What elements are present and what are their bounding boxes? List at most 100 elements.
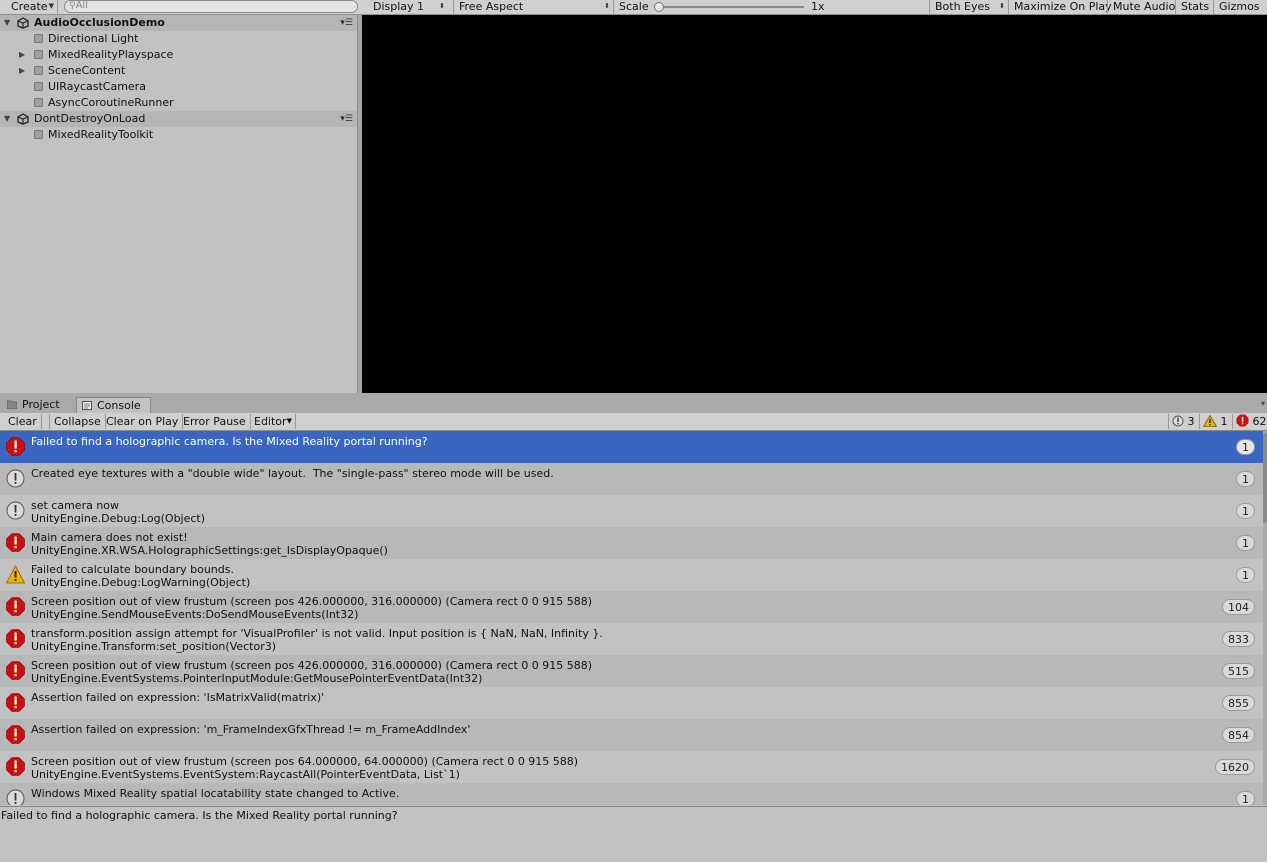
tab-menu-icon[interactable]: ▾ <box>1261 399 1265 408</box>
create-dropdown[interactable]: Create ▼ <box>0 0 58 14</box>
display-dropdown[interactable]: Display 1 ⬍ <box>362 0 448 14</box>
scene-row-dontdestroyonload[interactable]: ▼ DontDestroyOnLoad ▾☰ <box>0 111 357 127</box>
hierarchy-item-label: Directional Light <box>48 32 139 45</box>
hierarchy-item-asynccoroutinerunner[interactable]: AsyncCoroutineRunner <box>0 95 357 111</box>
gameobject-icon <box>34 50 43 59</box>
error-icon <box>6 725 25 744</box>
log-entry[interactable]: Screen position out of view frustum (scr… <box>0 655 1263 687</box>
collapse-toggle[interactable]: Collapse <box>49 414 106 429</box>
gameobject-icon <box>34 82 43 91</box>
hierarchy-item-label: MixedRealityPlayspace <box>48 48 174 61</box>
mute-audio-toggle[interactable]: Mute Audio <box>1107 0 1175 14</box>
gizmos-toggle[interactable]: Gizmos <box>1213 0 1267 14</box>
stats-toggle[interactable]: Stats <box>1175 0 1213 14</box>
maximize-on-play-toggle[interactable]: Maximize On Play <box>1008 0 1112 14</box>
display-label: Display 1 <box>373 0 425 13</box>
warning-icon <box>1202 414 1218 427</box>
tab-project[interactable]: Project <box>2 397 72 413</box>
log-entry[interactable]: Screen position out of view frustum (scr… <box>0 591 1263 623</box>
clear-on-play-toggle[interactable]: Clear on Play <box>102 414 184 429</box>
console-tab-bar: Project Console ▾ <box>0 393 1267 413</box>
scene-name: AudioOcclusionDemo <box>34 16 165 29</box>
log-message: Failed to calculate boundary bounds. <box>31 563 234 576</box>
log-entry[interactable]: Assertion failed on expression: 'IsMatri… <box>0 687 1263 719</box>
dropdown-arrow-icon: ⬍ <box>999 2 1005 10</box>
hierarchy-item-label: UIRaycastCamera <box>48 80 146 93</box>
editor-dropdown[interactable]: Editor ▼ <box>250 414 296 429</box>
warning-count-toggle[interactable]: 1 <box>1199 414 1228 429</box>
create-label: Create <box>11 0 48 13</box>
info-count-toggle[interactable]: 3 <box>1168 414 1195 429</box>
log-message: Assertion failed on expression: 'm_Frame… <box>31 723 471 736</box>
log-message: Screen position out of view frustum (scr… <box>31 595 593 608</box>
hierarchy-item-directional-light[interactable]: Directional Light <box>0 31 357 47</box>
error-icon <box>6 533 25 552</box>
info-icon <box>6 469 25 488</box>
hierarchy-panel: ▼ AudioOcclusionDemo ▾☰ Directional Ligh… <box>0 15 357 392</box>
dropdown-arrow-icon: ⬍ <box>604 2 610 10</box>
fold-open-icon[interactable]: ▼ <box>4 15 10 31</box>
log-message: Assertion failed on expression: 'IsMatri… <box>31 691 325 704</box>
console-detail-pane: Failed to find a holographic camera. Is … <box>0 806 1267 862</box>
error-count-toggle[interactable]: 62 <box>1232 414 1267 429</box>
log-entry[interactable]: Windows Mixed Reality spatial locatabili… <box>0 783 1263 805</box>
hierarchy-item-label: SceneContent <box>48 64 126 77</box>
log-entry[interactable]: Failed to calculate boundary bounds. Unit… <box>0 559 1263 591</box>
log-entry[interactable]: transform.position assign attempt for 'V… <box>0 623 1263 655</box>
log-message: Created eye textures with a "double wide… <box>31 467 554 480</box>
hierarchy-item-scenecontent[interactable]: ▶ SceneContent <box>0 63 357 79</box>
hierarchy-item-uiraycastcamera[interactable]: UIRaycastCamera <box>0 79 357 95</box>
error-icon <box>6 437 25 456</box>
fold-open-icon[interactable]: ▼ <box>4 111 10 127</box>
scrollbar-thumb[interactable] <box>1263 433 1267 523</box>
error-pause-toggle[interactable]: Error Pause <box>179 414 251 429</box>
gizmos-label: Gizmos <box>1219 0 1260 13</box>
log-count-badge: 855 <box>1222 695 1255 711</box>
log-entry[interactable]: Main camera does not exist! UnityEngine.X… <box>0 527 1263 559</box>
log-stacktrace: UnityEngine.Debug:Log(Object) <box>31 512 206 525</box>
log-count-badge: 1 <box>1236 567 1255 583</box>
log-message: Screen position out of view frustum (scr… <box>31 659 593 672</box>
game-view[interactable] <box>362 15 1267 393</box>
clear-button[interactable]: Clear <box>4 414 42 429</box>
log-entry[interactable]: Assertion failed on expression: 'm_Frame… <box>0 719 1263 751</box>
top-toolbar: Create ▼ ⚲All Display 1 ⬍ Free Aspect ⬍ … <box>0 0 1267 15</box>
log-message: Failed to find a holographic camera. Is … <box>31 435 428 448</box>
aspect-label: Free Aspect <box>459 0 524 13</box>
error-icon <box>6 661 25 680</box>
both-eyes-dropdown[interactable]: Both Eyes ⬍ <box>929 0 1008 14</box>
log-entry[interactable]: Screen position out of view frustum (scr… <box>0 751 1263 783</box>
scene-name: DontDestroyOnLoad <box>34 112 146 125</box>
log-message: Screen position out of view frustum (scr… <box>31 755 579 768</box>
log-stacktrace: UnityEngine.XR.WSA.HolographicSettings:g… <box>31 544 388 557</box>
scene-menu-icon[interactable]: ▾☰ <box>340 15 353 31</box>
scene-menu-icon[interactable]: ▾☰ <box>340 111 353 127</box>
fold-closed-icon[interactable]: ▶ <box>19 47 25 63</box>
tab-label: Project <box>22 398 60 411</box>
console-toolbar: Clear Collapse Clear on Play Error Pause… <box>0 413 1267 431</box>
hierarchy-search-input[interactable]: ⚲All <box>64 0 358 13</box>
fold-closed-icon[interactable]: ▶ <box>19 63 25 79</box>
tab-console[interactable]: Console <box>76 397 151 413</box>
gameobject-icon <box>34 34 43 43</box>
log-count-badge: 1620 <box>1215 759 1255 775</box>
error-icon <box>6 693 25 712</box>
console-scrollbar[interactable] <box>1263 431 1267 805</box>
log-stacktrace: UnityEngine.EventSystems.PointerInputMod… <box>31 672 483 685</box>
warning-icon <box>5 565 26 584</box>
scale-slider[interactable] <box>658 6 804 8</box>
info-icon <box>1172 415 1184 427</box>
hierarchy-item-mixedrealitytoolkit[interactable]: MixedRealityToolkit <box>0 127 357 143</box>
scene-row-audioocclusiondemo[interactable]: ▼ AudioOcclusionDemo ▾☰ <box>0 15 357 31</box>
dropdown-arrow-icon: ▼ <box>286 417 292 425</box>
aspect-dropdown[interactable]: Free Aspect ⬍ <box>453 0 613 14</box>
search-placeholder: All <box>75 0 88 11</box>
log-entry[interactable]: Failed to find a holographic camera. Is … <box>0 431 1263 463</box>
hierarchy-item-mixedrealityplayspace[interactable]: ▶ MixedRealityPlayspace <box>0 47 357 63</box>
log-entry[interactable]: Created eye textures with a "double wide… <box>0 463 1263 495</box>
maximize-label: Maximize On Play <box>1014 0 1112 13</box>
tab-label: Console <box>97 399 141 412</box>
scale-slider-handle[interactable] <box>654 2 664 12</box>
unity-scene-icon <box>17 17 29 29</box>
log-entry[interactable]: set camera now UnityEngine.Debug:Log(Obje… <box>0 495 1263 527</box>
